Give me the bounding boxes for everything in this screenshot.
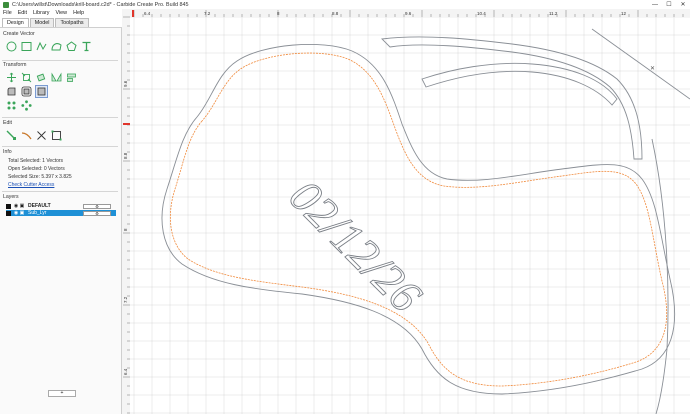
gear-icon[interactable]: ⚙ bbox=[83, 203, 111, 209]
divider bbox=[2, 60, 118, 61]
total-selected-text: Total Selected: 1 Vectors bbox=[8, 158, 64, 164]
offset-icon[interactable] bbox=[21, 86, 32, 97]
top-ruler-label: 10.4 bbox=[477, 11, 486, 16]
transform-tools-row2 bbox=[6, 85, 48, 98]
close-button[interactable]: ✕ bbox=[676, 0, 690, 9]
fillet-icon[interactable] bbox=[6, 86, 17, 97]
ruler-position-marker bbox=[123, 123, 130, 125]
canvas-background bbox=[122, 9, 690, 414]
info-heading: Info bbox=[3, 149, 12, 155]
layer-name: Sub_Lyr bbox=[28, 210, 47, 216]
title-bar: C:\Users\willst\Downloads\krill-board.c2… bbox=[0, 0, 690, 9]
top-ruler-label: 9.6 bbox=[405, 11, 412, 16]
divider bbox=[2, 117, 118, 118]
array-icon[interactable] bbox=[6, 100, 17, 111]
circular-array-icon[interactable] bbox=[21, 100, 32, 111]
bounding-box-icon[interactable] bbox=[51, 130, 62, 141]
edit-heading: Edit bbox=[3, 120, 12, 126]
transform-tools-row3 bbox=[6, 100, 32, 111]
cut-icon[interactable] bbox=[36, 130, 47, 141]
ruler-position-marker bbox=[132, 10, 134, 17]
move-icon[interactable] bbox=[6, 72, 17, 83]
layer-row-default[interactable]: ◉ ▣ DEFAULT ⚙ bbox=[6, 203, 116, 209]
tab-toolpaths[interactable]: Toolpaths bbox=[55, 18, 89, 27]
window-title: C:\Users\willst\Downloads\krill-board.c2… bbox=[12, 1, 189, 8]
scale-icon[interactable] bbox=[21, 72, 32, 83]
top-ruler-label: 8.8 bbox=[332, 11, 339, 16]
gear-icon[interactable]: ⚙ bbox=[83, 210, 111, 216]
maximize-button[interactable]: ☐ bbox=[662, 0, 676, 9]
top-ruler-label: 12 bbox=[621, 11, 627, 16]
open-selected-text: Open Selected: 0 Vectors bbox=[8, 166, 65, 172]
circle-icon[interactable] bbox=[6, 41, 17, 52]
boolean-icon[interactable] bbox=[35, 85, 48, 98]
menu-file[interactable]: File bbox=[3, 10, 12, 16]
create-vector-heading: Create Vector bbox=[3, 31, 35, 37]
node-edit-icon[interactable] bbox=[6, 130, 17, 141]
top-ruler-label: 11.2 bbox=[549, 11, 558, 16]
left-ruler-label: 7.2 bbox=[123, 296, 128, 303]
text-icon[interactable] bbox=[81, 41, 92, 52]
menu-bar: File Edit Library View Help bbox=[0, 9, 122, 17]
left-ruler-label: 6.4 bbox=[123, 368, 128, 375]
left-ruler-label: 8.8 bbox=[123, 152, 128, 159]
lock-icon[interactable]: ▣ bbox=[19, 210, 25, 216]
top-ruler-label: 7.2 bbox=[204, 11, 211, 16]
design-panel: Create Vector Transform Edit Info Total … bbox=[0, 27, 122, 414]
design-canvas[interactable]: 6.4 7.2 8 8.8 9.6 10.4 11.2 12 9.6 8.8 8… bbox=[122, 9, 690, 414]
rotate-icon[interactable] bbox=[36, 72, 47, 83]
tab-design[interactable]: Design bbox=[2, 18, 29, 27]
transform-tools-row1 bbox=[6, 72, 77, 83]
menu-edit[interactable]: Edit bbox=[18, 10, 27, 16]
mode-tabs: Design Model Toolpaths bbox=[2, 18, 89, 27]
top-ruler-label: 6.4 bbox=[144, 11, 151, 16]
check-cutter-access-link[interactable]: Check Cutter Access bbox=[8, 182, 54, 188]
left-ruler-label: 9.6 bbox=[123, 80, 128, 87]
layer-color-swatch[interactable] bbox=[6, 203, 11, 209]
node-marker-icon: ✕ bbox=[650, 66, 655, 72]
menu-help[interactable]: Help bbox=[73, 10, 84, 16]
square-icon[interactable] bbox=[21, 41, 32, 52]
selected-size-text: Selected Size: 5.397 x 3.825 bbox=[8, 174, 72, 180]
menu-library[interactable]: Library bbox=[33, 10, 49, 16]
left-ruler bbox=[122, 17, 130, 414]
canvas-drawing[interactable]: 6.4 7.2 8 8.8 9.6 10.4 11.2 12 9.6 8.8 8… bbox=[122, 9, 690, 414]
layer-name: DEFAULT bbox=[28, 203, 51, 209]
transform-heading: Transform bbox=[3, 62, 27, 68]
polygon-icon[interactable] bbox=[51, 41, 62, 52]
app-window: C:\Users\willst\Downloads\krill-board.c2… bbox=[0, 0, 690, 414]
align-icon[interactable] bbox=[66, 72, 77, 83]
divider bbox=[2, 191, 118, 192]
app-icon bbox=[3, 1, 9, 8]
divider bbox=[2, 146, 118, 147]
edit-tools bbox=[6, 130, 62, 141]
pentagon-icon[interactable] bbox=[66, 41, 77, 52]
create-vector-tools bbox=[6, 41, 92, 52]
layers-heading: Layers bbox=[3, 194, 19, 200]
minimize-button[interactable]: — bbox=[648, 0, 662, 9]
menu-view[interactable]: View bbox=[55, 10, 67, 16]
tab-model[interactable]: Model bbox=[29, 18, 55, 27]
lock-icon[interactable]: ▣ bbox=[19, 203, 25, 209]
layer-row-sub[interactable]: ◉ ▣ Sub_Lyr ⚙ bbox=[6, 210, 116, 216]
mirror-icon[interactable] bbox=[51, 72, 62, 83]
curve-icon[interactable] bbox=[36, 41, 47, 52]
layer-color-swatch[interactable] bbox=[6, 210, 11, 216]
add-layer-button[interactable]: + bbox=[48, 390, 76, 397]
trim-icon[interactable] bbox=[21, 130, 32, 141]
